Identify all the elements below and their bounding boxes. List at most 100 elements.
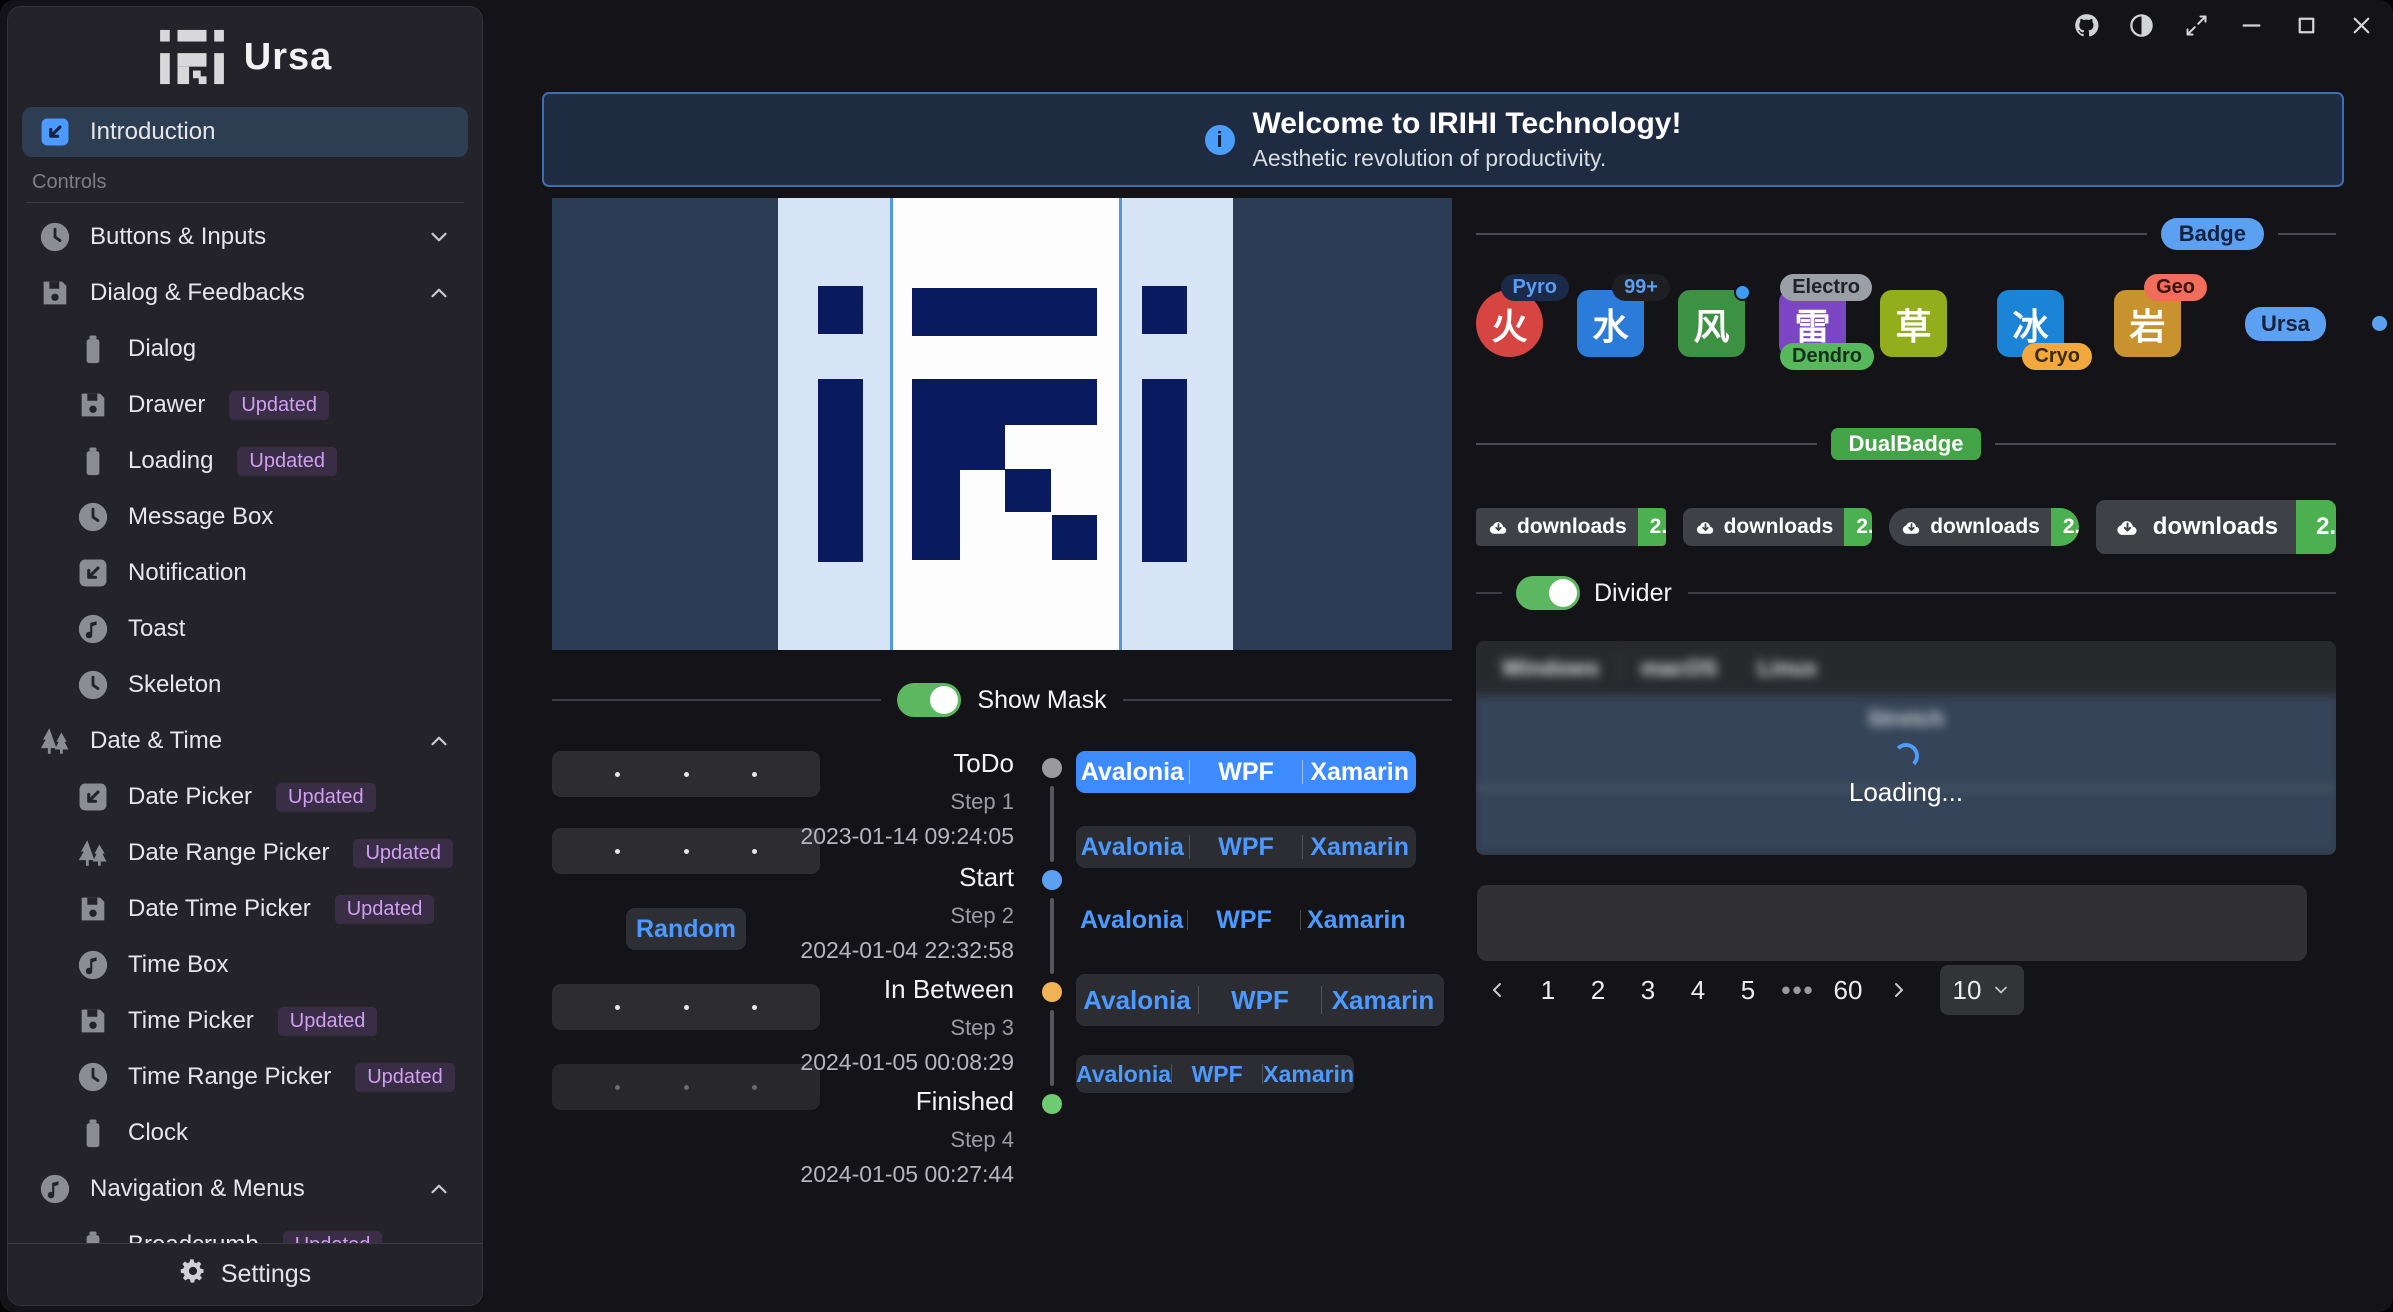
dual-badge-value: 2.4k — [1638, 508, 1666, 546]
updated-badge: Updated — [278, 1007, 378, 1036]
sidebar-item-label: Date Picker — [128, 783, 252, 811]
sidebar-item-toast[interactable]: Toast — [22, 601, 468, 657]
divider-line — [552, 699, 881, 701]
empty-text-input[interactable] — [1477, 885, 2307, 961]
random-button[interactable]: Random — [626, 908, 746, 950]
pagination-next-button[interactable] — [1876, 965, 1920, 1015]
sidebar-item-date-range-picker[interactable]: Date Range PickerUpdated — [22, 825, 468, 881]
step-timestamp: 2023-01-14 09:24:05 — [774, 823, 1014, 850]
tab-windows[interactable]: Windows — [1482, 641, 1620, 695]
chevron-down-icon — [1991, 980, 2011, 1000]
trees-icon — [38, 724, 72, 758]
dual-badge-downloads: downloads2.4k — [1683, 508, 1873, 546]
step-subtitle: Step 4 — [774, 1127, 1014, 1153]
time-box-placeholder-dot — [684, 1085, 689, 1090]
sidebar-item-label: Date & Time — [90, 727, 222, 755]
step-status-dot — [1042, 758, 1062, 778]
sidebar-item-time-box[interactable]: Time Box — [22, 937, 468, 993]
sidebar-item-time-picker[interactable]: Time Picker Updated — [22, 993, 468, 1049]
pagination-prev-button[interactable] — [1476, 965, 1520, 1015]
sidebar-item-label: Message Box — [128, 503, 273, 531]
fullscreen-icon[interactable] — [2183, 12, 2210, 39]
button-avalonia[interactable]: Avalonia — [1076, 985, 1198, 1016]
button-avalonia[interactable]: Avalonia — [1076, 833, 1189, 862]
time-box-placeholder-dot — [684, 849, 689, 854]
sidebar-item-label: Dialog — [128, 335, 196, 363]
sidebar-item-notification[interactable]: Notification — [22, 545, 468, 601]
pagination-page-2[interactable]: 2 — [1576, 965, 1620, 1015]
sidebar-item-label: Time Range Picker — [128, 1063, 331, 1091]
badge-avatar-7: 岩Geo — [2114, 290, 2181, 357]
button-xamarin[interactable]: Xamarin — [1303, 758, 1416, 787]
button-avalonia[interactable]: Avalonia — [1076, 906, 1187, 935]
tab-macos[interactable]: macOS — [1621, 641, 1738, 695]
button-xamarin[interactable]: Xamarin — [1322, 985, 1444, 1016]
dualbadge-row: downloads2.4kdownloads2.4kdownloads2.4kd… — [1476, 497, 2336, 557]
theme-contrast-icon[interactable] — [2128, 12, 2155, 39]
page-size-value: 10 — [1953, 975, 1982, 1006]
music-icon — [38, 1172, 72, 1206]
battery-icon — [76, 332, 110, 366]
maximize-icon[interactable] — [2293, 12, 2320, 39]
sidebar-item-navigation-menus[interactable]: Navigation & Menus — [22, 1161, 468, 1217]
sidebar-item-introduction[interactable]: Introduction — [22, 107, 468, 157]
badge-avatar-6: 冰Cryo — [1997, 290, 2064, 357]
sidebar-item-drawer[interactable]: DrawerUpdated — [22, 377, 468, 433]
badge-label-dendro: Dendro — [1780, 343, 1874, 370]
close-icon[interactable] — [2348, 12, 2375, 39]
floppy-icon — [38, 276, 72, 310]
sidebar-item-label: Time Picker — [128, 1007, 254, 1035]
sidebar-item-dialog[interactable]: Dialog — [22, 321, 468, 377]
button-wpf[interactable]: WPF — [1172, 1061, 1262, 1088]
divider-toggle-label: Divider — [1594, 579, 1672, 608]
step-status-dot — [1042, 870, 1062, 890]
loading-spinner-icon — [1893, 743, 1919, 769]
clock-icon — [76, 500, 110, 534]
pagination-page-60[interactable]: 60 — [1826, 965, 1870, 1015]
cloud-download-icon — [1487, 516, 1510, 539]
button-xamarin[interactable]: Xamarin — [1263, 1061, 1354, 1088]
pagination-page-4[interactable]: 4 — [1676, 965, 1720, 1015]
button-avalonia[interactable]: Avalonia — [1076, 758, 1189, 787]
sidebar-item-breadcrumb[interactable]: BreadcrumbUpdated — [22, 1217, 468, 1243]
tab-linux[interactable]: Linux — [1738, 641, 1838, 695]
sidebar-item-buttons-inputs[interactable]: Buttons & Inputs — [22, 209, 468, 265]
sidebar-item-date-time[interactable]: Date & Time — [22, 713, 468, 769]
sidebar-item-date-picker[interactable]: Date PickerUpdated — [22, 769, 468, 825]
badge-avatar-4: 雷ElectroDendro — [1779, 290, 1846, 357]
button-wpf[interactable]: WPF — [1199, 985, 1321, 1016]
button-wpf[interactable]: WPF — [1190, 758, 1303, 787]
sidebar-item-time-range-picker[interactable]: Time Range PickerUpdated — [22, 1049, 468, 1105]
button-xamarin[interactable]: Xamarin — [1303, 833, 1416, 862]
button-wpf[interactable]: WPF — [1190, 833, 1303, 862]
divider-toggle[interactable] — [1516, 576, 1580, 610]
window-controls — [2073, 12, 2375, 39]
dual-badge-label: downloads — [2096, 500, 2296, 554]
pagination-page-1[interactable]: 1 — [1526, 965, 1570, 1015]
pagination-page-3[interactable]: 3 — [1626, 965, 1670, 1015]
arrow-square-blue-icon — [38, 115, 72, 149]
sidebar-item-skeleton[interactable]: Skeleton — [22, 657, 468, 713]
clock-icon — [76, 668, 110, 702]
button-avalonia[interactable]: Avalonia — [1076, 1061, 1171, 1088]
sidebar-item-clock[interactable]: Clock — [22, 1105, 468, 1161]
divider-line — [1123, 699, 1452, 701]
pagination-page-5[interactable]: 5 — [1726, 965, 1770, 1015]
cloud-download-icon — [1694, 516, 1717, 539]
chevron-up-icon — [426, 1176, 452, 1202]
sidebar-item-loading[interactable]: LoadingUpdated — [22, 433, 468, 489]
sidebar-item-date-time-picker[interactable]: Date Time PickerUpdated — [22, 881, 468, 937]
settings-button[interactable]: Settings — [8, 1243, 482, 1305]
show-mask-toggle[interactable] — [897, 683, 961, 717]
button-group-flat-small: AvaloniaWPFXamarin — [1076, 1055, 1354, 1093]
minimize-icon[interactable] — [2238, 12, 2265, 39]
github-icon[interactable] — [2073, 12, 2100, 39]
sidebar-item-message-box[interactable]: Message Box — [22, 489, 468, 545]
pagination-page-size-select[interactable]: 10 — [1940, 965, 2024, 1015]
button-xamarin[interactable]: Xamarin — [1301, 906, 1412, 935]
sidebar-item-dialog-feedbacks[interactable]: Dialog & Feedbacks — [22, 265, 468, 321]
button-group-ghost: AvaloniaWPFXamarin — [1076, 901, 1412, 939]
badge-label-geo: Geo — [2144, 274, 2207, 301]
button-wpf[interactable]: WPF — [1188, 906, 1299, 935]
dual-badge-value: 2.4k — [1844, 508, 1872, 546]
